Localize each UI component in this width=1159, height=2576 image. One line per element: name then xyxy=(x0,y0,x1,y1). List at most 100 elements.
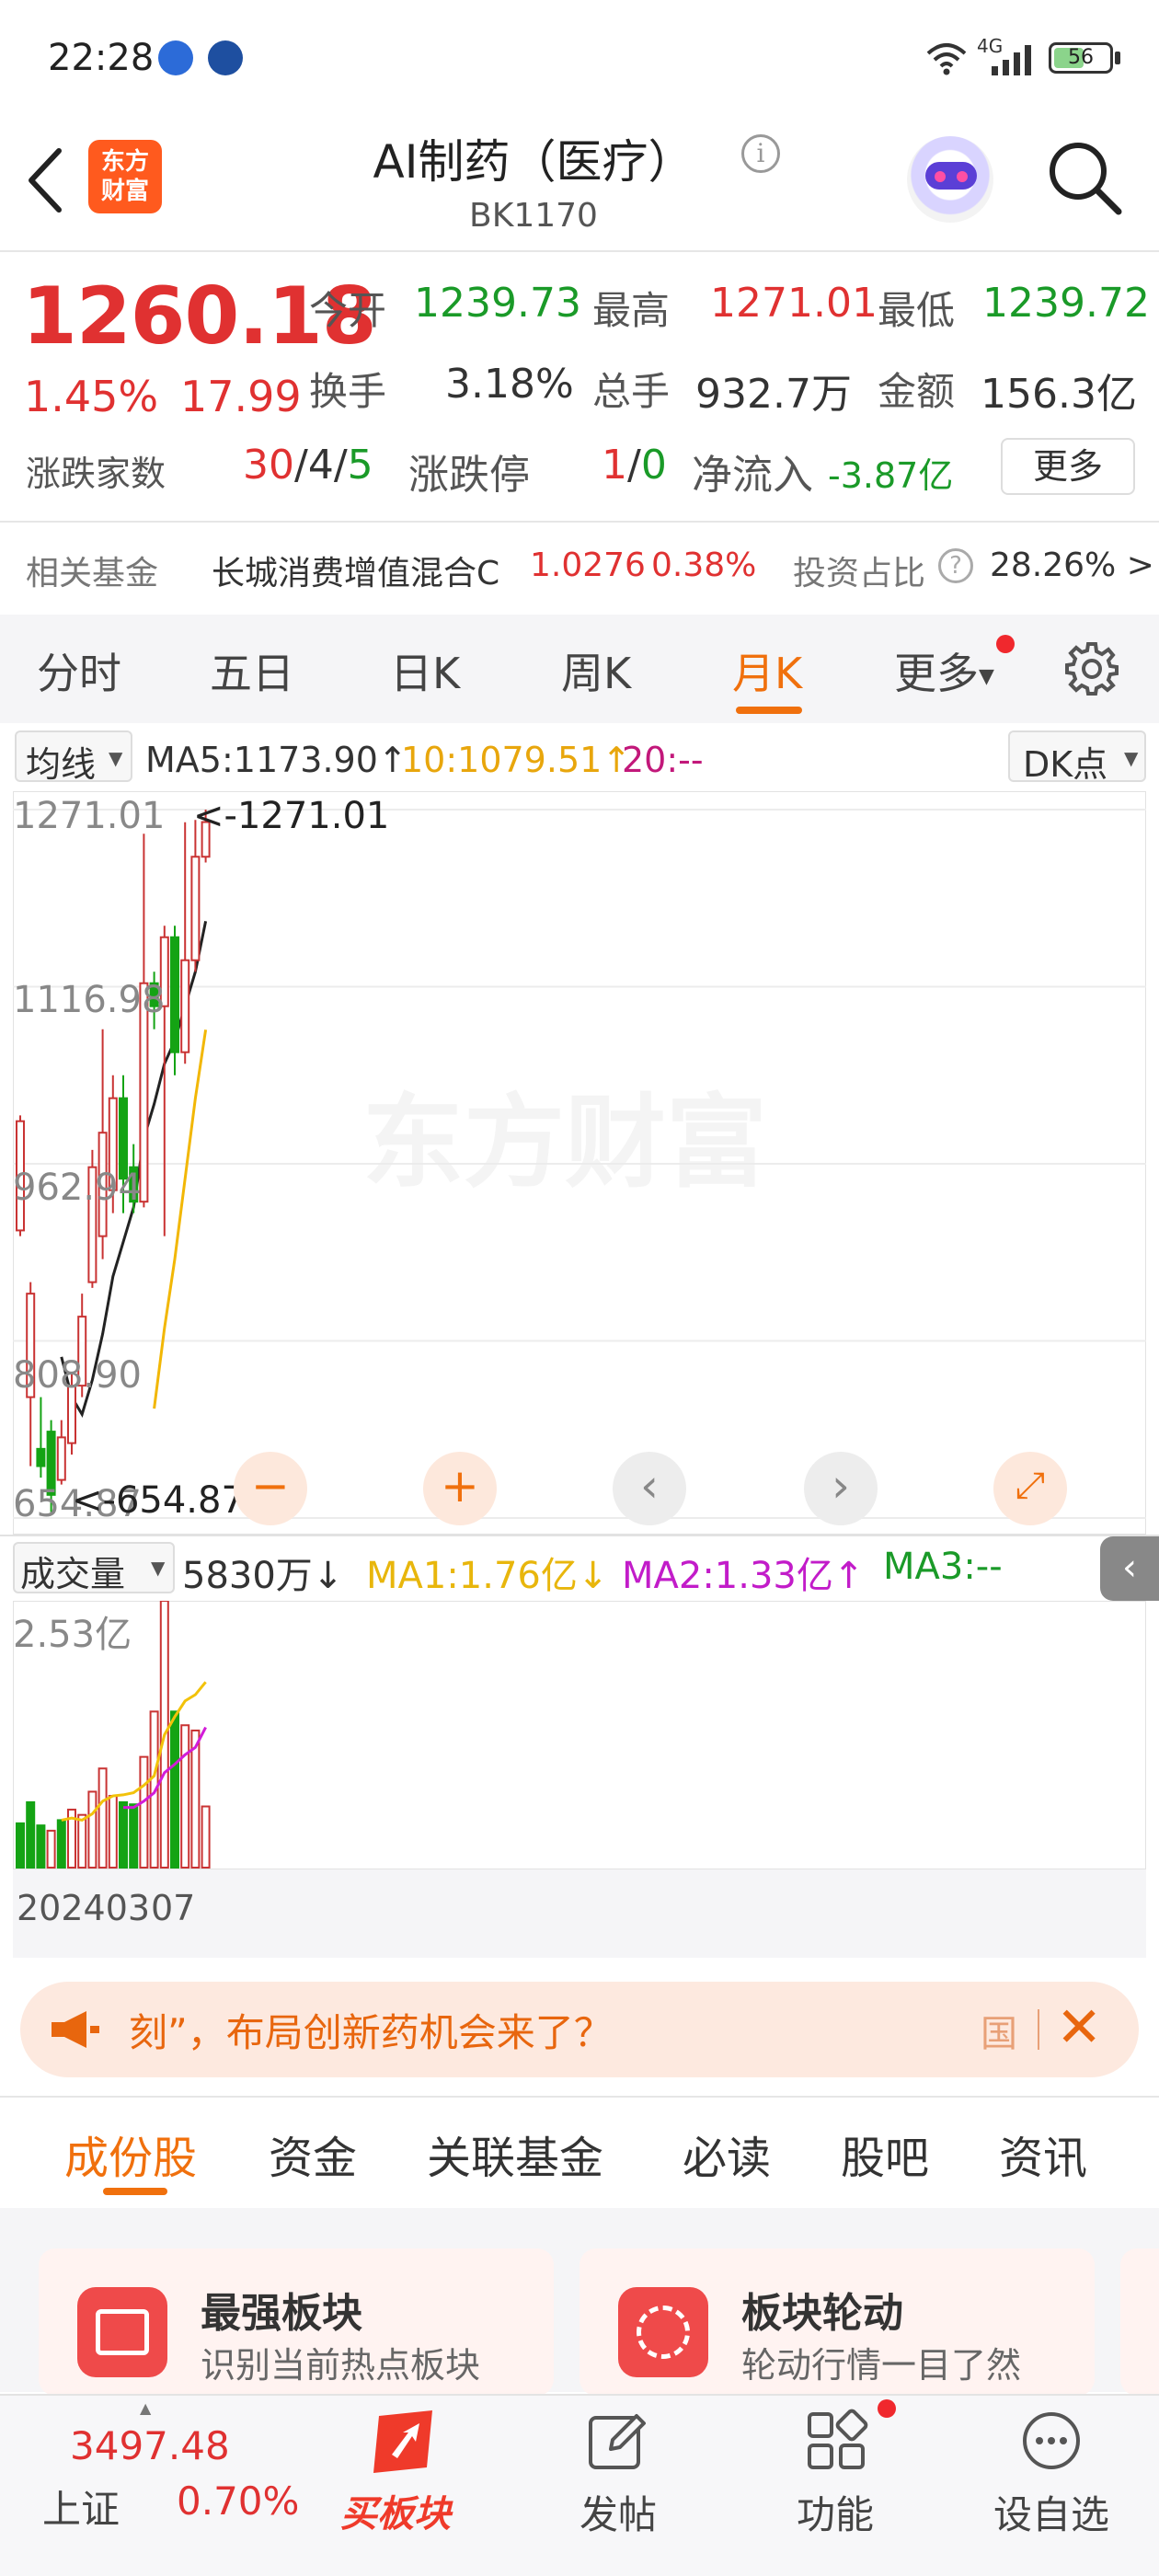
ma10-value: 10:1079.51↑ xyxy=(401,740,632,780)
volume-bar xyxy=(170,1710,179,1869)
ma20-value: 20:-- xyxy=(622,740,704,780)
y-axis-label: 962.94 xyxy=(13,1167,142,1209)
message-app-icon xyxy=(158,40,193,75)
tab-daily-k[interactable]: 日K xyxy=(390,640,460,701)
up-count: 30 xyxy=(243,442,294,489)
fund-nav: 1.0276 xyxy=(530,546,646,584)
more-button[interactable]: 更多 xyxy=(1001,438,1135,495)
candle-body xyxy=(190,856,201,961)
dropdown-arrow-icon: ▼ xyxy=(151,1557,166,1579)
notification-dot xyxy=(878,2399,896,2418)
functions-label[interactable]: 功能 xyxy=(797,2484,874,2540)
high-label: 最高 xyxy=(592,288,671,333)
turnover-label: 换手 xyxy=(309,369,387,414)
tab-intraday[interactable]: 分时 xyxy=(37,640,121,701)
chat-more-icon[interactable] xyxy=(1019,2409,1084,2473)
tab-monthly-k[interactable]: 月K xyxy=(732,640,802,701)
post-edit-icon[interactable] xyxy=(585,2409,649,2473)
tab-more[interactable]: 更多▼ xyxy=(894,640,994,701)
wifi-icon xyxy=(926,43,967,75)
kline-chart[interactable]: 东方财富 1271.011116.98962.94808.90654.87<-1… xyxy=(13,791,1146,1535)
feature-card-title: 最强板块 xyxy=(201,2290,362,2337)
limit-up-count: 1 xyxy=(602,442,627,489)
megaphone-icon xyxy=(52,2011,99,2048)
fund-ratio-value[interactable]: 28.26% > xyxy=(990,546,1154,584)
watchlist-label[interactable]: 设自选 xyxy=(993,2484,1109,2540)
fullscreen-button[interactable]: ⤢ xyxy=(993,1452,1067,1525)
fund-name[interactable]: 长城消费增值混合C xyxy=(212,546,499,594)
notification-dot xyxy=(996,635,1015,653)
active-tab-indicator xyxy=(103,2188,167,2195)
scroll-right-button[interactable]: › xyxy=(804,1452,878,1525)
volume-value: 932.7万 xyxy=(695,371,852,418)
battery-icon: 56 xyxy=(1049,42,1113,74)
change-amount: 17.99 xyxy=(180,372,302,421)
chart-watermark: 东方财富 xyxy=(362,1084,767,1202)
change-percent: 1.45% xyxy=(24,372,159,421)
high-marker: <-1271.01 xyxy=(193,795,389,837)
high-value: 1271.01 xyxy=(710,280,878,327)
volume-bar xyxy=(201,1805,211,1869)
candle-body xyxy=(56,1436,66,1481)
signal-icon xyxy=(992,45,1031,75)
scroll-left-button[interactable]: ‹ xyxy=(613,1452,686,1525)
feature-card-title: 板块轮动 xyxy=(741,2290,903,2337)
help-icon[interactable]: ? xyxy=(938,548,973,583)
feature-card-partial[interactable] xyxy=(1120,2248,1159,2396)
y-axis-label: 808.90 xyxy=(13,1354,142,1397)
dropdown-arrow-icon: ▼ xyxy=(979,665,994,688)
news-tag: 国 xyxy=(981,2013,1017,2055)
close-icon[interactable]: ✕ xyxy=(1056,1995,1102,2061)
rotation-icon-glyph xyxy=(637,2306,690,2359)
amount-value: 156.3亿 xyxy=(981,371,1137,418)
tab-must-read[interactable]: 必读 xyxy=(683,2122,771,2186)
volume-bar xyxy=(180,1724,190,1869)
low-marker: <-654.87 xyxy=(72,1479,245,1522)
tab-capital[interactable]: 资金 xyxy=(269,2122,357,2186)
dropdown-arrow-icon: ▼ xyxy=(109,747,123,769)
volume-bar xyxy=(36,1824,46,1869)
index-value: 3497.48 xyxy=(70,2423,230,2468)
volume-chart[interactable]: 2.53亿 xyxy=(13,1601,1146,1869)
sector-chart-icon-glyph xyxy=(96,2309,149,2355)
info-icon[interactable]: i xyxy=(741,134,780,173)
flat-count: 4 xyxy=(307,442,334,489)
buy-sector-label[interactable]: 买板块 xyxy=(340,2484,451,2537)
volume-bar xyxy=(26,1800,36,1869)
back-button[interactable] xyxy=(24,145,66,215)
volume-bar xyxy=(190,1729,201,1869)
updown-counts: 30/4/5 xyxy=(243,442,373,489)
volume-bar xyxy=(129,1803,139,1869)
volume-bar xyxy=(108,1795,118,1869)
buy-sector-icon[interactable] xyxy=(366,2407,445,2480)
open-value: 1239.73 xyxy=(414,280,581,327)
post-label[interactable]: 发帖 xyxy=(580,2484,657,2540)
limit-label: 涨跌停 xyxy=(408,452,530,499)
separator: / xyxy=(333,442,348,489)
volume-bar xyxy=(87,1790,98,1869)
brand-logo[interactable]: 东方 财富 xyxy=(88,140,162,213)
indicator-selector-label: 成交量 xyxy=(20,1554,126,1594)
zoom-in-button[interactable]: + xyxy=(423,1452,497,1525)
volume-current: 5830万↓ xyxy=(182,1555,344,1597)
tab-five-day[interactable]: 五日 xyxy=(210,640,294,701)
tab-weekly-k[interactable]: 周K xyxy=(561,640,631,701)
search-icon[interactable] xyxy=(1045,138,1124,217)
tab-constituents[interactable]: 成份股 xyxy=(64,2122,197,2186)
news-text[interactable]: 刻”，布局创新药机会来了？ xyxy=(129,2002,613,2058)
volume-bar xyxy=(119,1800,128,1869)
zoom-out-button[interactable]: − xyxy=(234,1452,307,1525)
robot-face-icon xyxy=(925,162,977,190)
collapse-panel-button[interactable]: ‹ xyxy=(1100,1536,1159,1601)
banner-divider xyxy=(1038,2009,1039,2050)
gear-icon[interactable] xyxy=(1063,640,1120,697)
tab-news[interactable]: 资讯 xyxy=(999,2122,1087,2186)
volume-bar xyxy=(56,1819,66,1869)
functions-grid-icon[interactable] xyxy=(804,2409,868,2473)
tab-forum[interactable]: 股吧 xyxy=(841,2122,929,2186)
separator: / xyxy=(627,442,641,489)
caret-up-icon: ▲ xyxy=(140,2399,152,2417)
fund-ratio-label: 投资占比 xyxy=(793,555,926,592)
tab-related-funds[interactable]: 关联基金 xyxy=(427,2122,603,2186)
y-axis-label: 1116.98 xyxy=(13,979,165,1021)
